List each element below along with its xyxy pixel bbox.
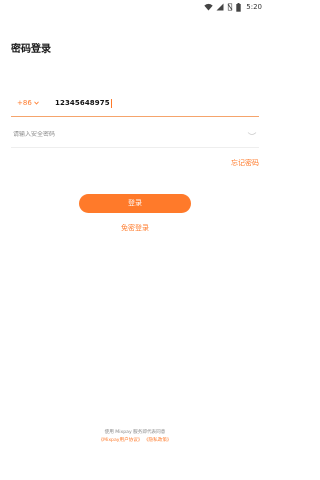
user-agreement-link[interactable]: 《Mixpay用户协议》 (98, 438, 142, 443)
wifi-icon (204, 3, 213, 11)
footer-agreement: 使用 Mixpay 服务即代表同意 《Mixpay用户协议》 《隐私政策》 (0, 429, 270, 445)
status-bar: 5:20 (0, 0, 270, 14)
battery-icon (236, 2, 241, 12)
page-title: 密码登录 (11, 44, 51, 55)
password-input[interactable] (11, 130, 213, 138)
phone-input[interactable]: 12345648975 (55, 99, 110, 107)
chevron-down-icon (33, 101, 39, 105)
forgot-password-link[interactable]: 忘记密码 (231, 158, 259, 168)
status-icons: 5:20 (204, 2, 262, 12)
country-code-label: +86 (17, 99, 32, 107)
status-time: 5:20 (246, 3, 262, 11)
footer-links: 《Mixpay用户协议》 《隐私政策》 (0, 437, 270, 445)
eye-closed-icon[interactable] (247, 130, 257, 138)
signal-icon (216, 3, 224, 11)
country-code-selector[interactable]: +86 (17, 99, 55, 107)
text-cursor (110, 98, 112, 108)
phone-field[interactable]: +86 12345648975 (11, 90, 259, 117)
footer-text: 使用 Mixpay 服务即代表同意 (104, 430, 166, 435)
password-field[interactable] (11, 121, 259, 148)
login-button[interactable]: 登录 (79, 194, 191, 213)
passwordless-login-link[interactable]: 免密登录 (0, 223, 270, 233)
no-sim-icon (227, 3, 233, 11)
privacy-policy-link[interactable]: 《隐私政策》 (144, 438, 172, 443)
